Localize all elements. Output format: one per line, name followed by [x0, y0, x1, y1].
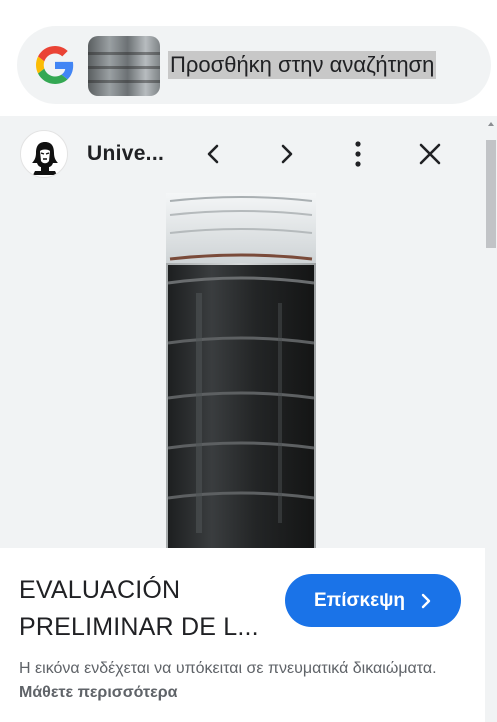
- chevron-right-icon[interactable]: [268, 136, 304, 172]
- search-query-text[interactable]: Προσθήκη στην αναζήτηση: [168, 51, 437, 79]
- visit-button-label: Επίσκεψη: [314, 590, 406, 611]
- scroll-up-arrow-icon[interactable]: [488, 122, 494, 126]
- image-preview-area: [0, 191, 485, 548]
- source-row: Unive...: [0, 124, 485, 184]
- source-name[interactable]: Unive...: [87, 142, 164, 166]
- more-vert-icon[interactable]: [340, 136, 376, 172]
- chevron-left-icon[interactable]: [196, 136, 232, 172]
- close-icon[interactable]: [412, 136, 448, 172]
- copyright-notice: Η εικόνα ενδέχεται να υπόκειται σε πνευμ…: [19, 657, 474, 705]
- search-bar[interactable]: Προσθήκη στην αναζήτηση: [17, 26, 491, 104]
- bottle-photo[interactable]: [166, 193, 316, 548]
- scrollbar-thumb[interactable]: [486, 140, 496, 248]
- copyright-notice-text: Η εικόνα ενδέχεται να υπόκειται σε πνευμ…: [19, 660, 437, 677]
- image-thumbnail[interactable]: [88, 36, 160, 96]
- result-title[interactable]: EVALUACIÓN PRELIMINAR DE L...: [19, 572, 281, 646]
- result-title-line1: EVALUACIÓN: [19, 576, 181, 604]
- google-logo-icon: [36, 46, 74, 84]
- chevron-right-icon: [421, 593, 431, 609]
- university-avatar-icon: [32, 142, 58, 175]
- result-title-line2: PRELIMINAR DE L...: [19, 613, 259, 641]
- source-avatar[interactable]: [20, 130, 68, 178]
- learn-more-link[interactable]: Μάθετε περισσότερα: [19, 684, 177, 701]
- visit-button[interactable]: Επίσκεψη: [285, 574, 461, 627]
